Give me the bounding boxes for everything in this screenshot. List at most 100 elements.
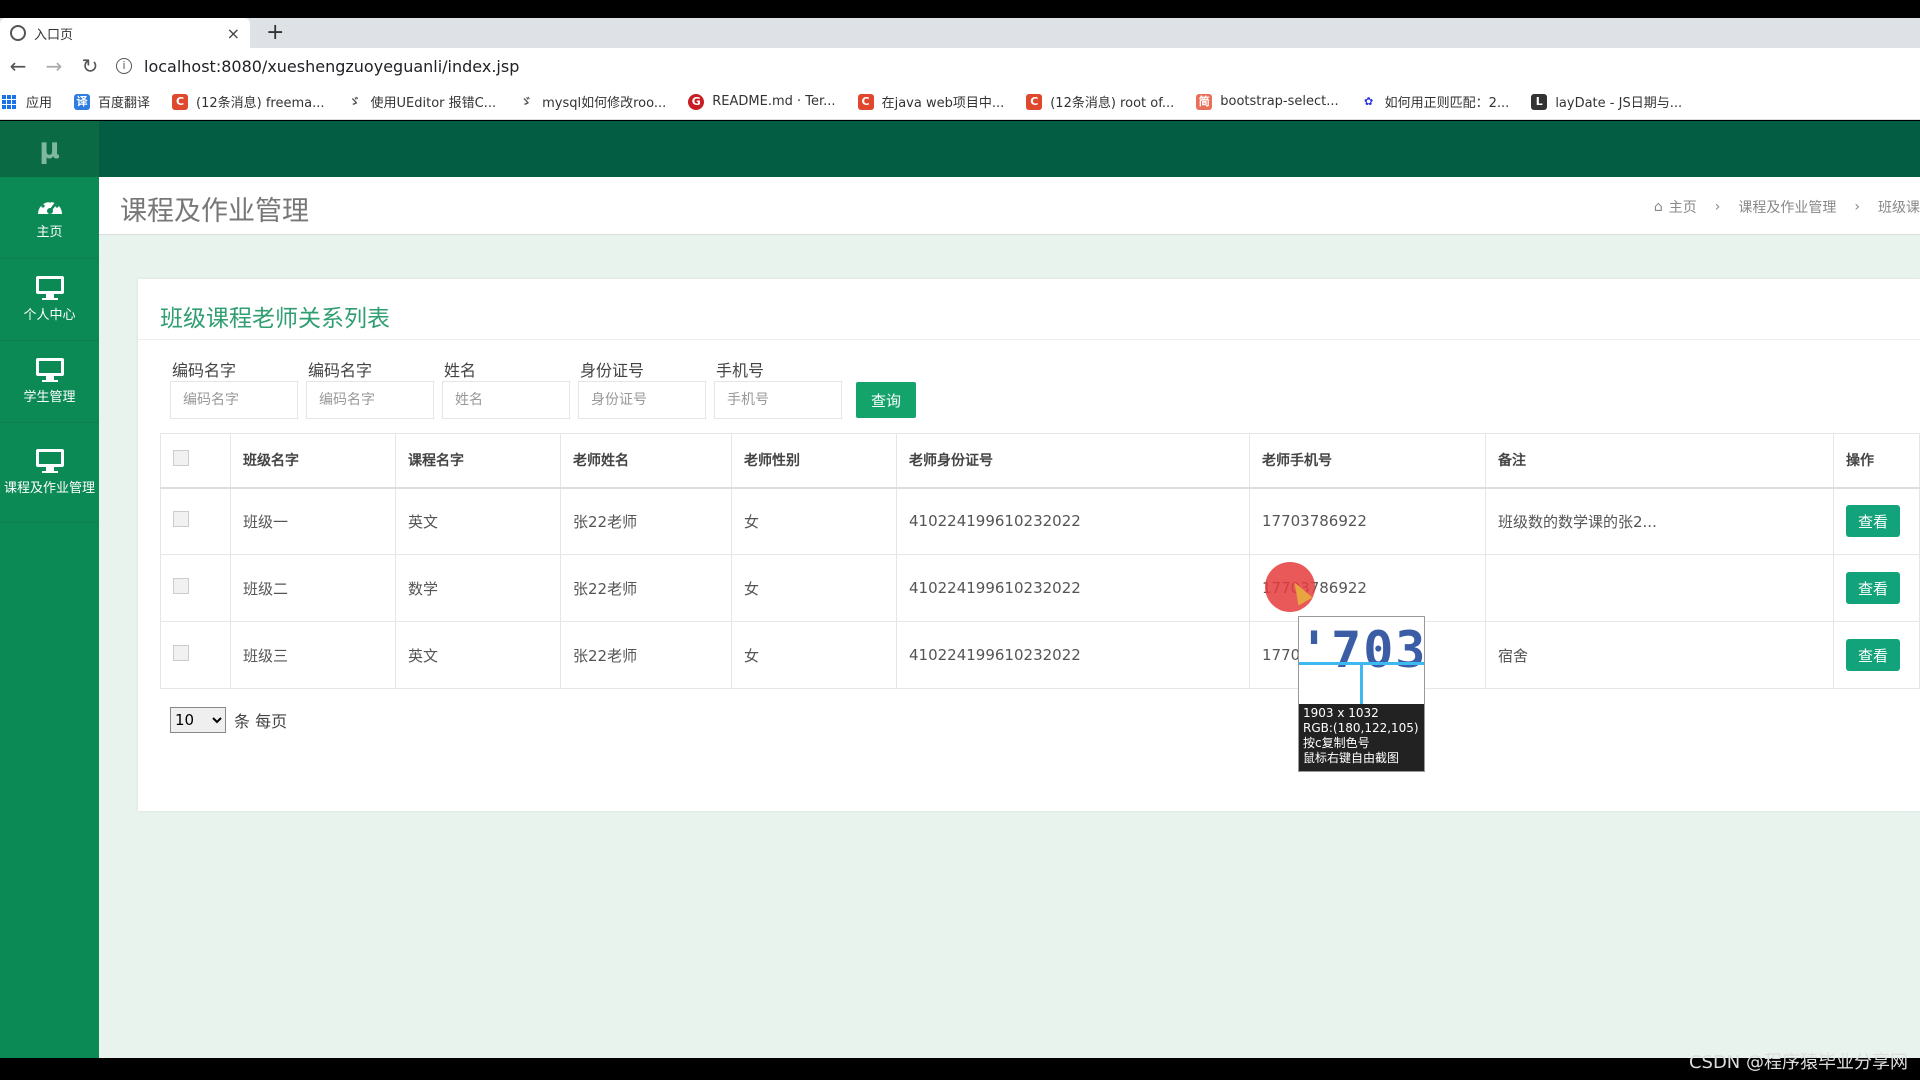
app-root: μ 主页 个人中心 学生管理 课程及作业管理 课程及作业管理 ⌂ 主页 › 课程… [0, 121, 1920, 1058]
watermark: CSDN @程序猿毕业分享网 [1688, 1052, 1908, 1073]
magnifier: '703 [1299, 617, 1424, 704]
bookmark-item[interactable]: ゞ使用UEditor 报错C... [347, 92, 496, 112]
url-field[interactable]: localhost:8080/xueshengzuoyeguanli/index… [144, 57, 519, 76]
phone-input[interactable] [714, 381, 842, 419]
column-header[interactable]: 课程名字 [395, 433, 561, 489]
sidebar-item-courses[interactable]: 课程及作业管理 [0, 423, 99, 523]
bookmark-item[interactable]: 译百度翻译 [74, 92, 150, 111]
breadcrumb-item-courses[interactable]: 课程及作业管理 [1738, 197, 1836, 217]
csdn-icon: C [857, 93, 874, 110]
sidebar-item-students[interactable]: 学生管理 [0, 341, 99, 423]
bookmark-label: mysql如何修改roo... [542, 96, 667, 111]
close-icon[interactable]: × [227, 24, 240, 43]
bookmark-label: README.md · Ter... [712, 94, 836, 109]
baidu-translate-icon: 译 [74, 93, 91, 110]
crosshair-icon [1360, 662, 1363, 704]
filter-label: 身份证号 [580, 361, 645, 380]
cell-note: 宿舍 [1485, 621, 1834, 689]
row-select-cell [160, 621, 231, 689]
sidebar-item-label: 个人中心 [23, 308, 76, 323]
filter-group: 手机号 [714, 357, 850, 419]
monitor-icon [35, 358, 64, 382]
bookmark-item[interactable]: ゞ mysql如何修改roo... [518, 92, 667, 112]
row-checkbox[interactable] [173, 645, 189, 661]
id-number-input[interactable] [578, 381, 706, 419]
csdn-icon: C [172, 93, 189, 110]
filter-group: 编码名字 [170, 357, 306, 419]
cell-teacher: 张22老师 [560, 554, 732, 622]
filter-label: 姓名 [444, 361, 477, 380]
column-header[interactable]: 班级名字 [230, 433, 396, 489]
table-header-row: 班级名字 课程名字 老师姓名 老师性别 老师身份证号 老师手机号 备注 操作 [160, 433, 1920, 489]
bookmark-item[interactable]: C (12条消息) root of... [1026, 92, 1174, 111]
row-checkbox[interactable] [173, 578, 189, 594]
forward-icon[interactable]: → [36, 54, 72, 78]
name-input[interactable] [442, 381, 570, 419]
chevron-right-icon: › [1854, 199, 1860, 215]
column-header[interactable]: 老师手机号 [1249, 433, 1486, 489]
breadcrumb-item-current: 班级课 [1878, 200, 1920, 216]
sidebar-item-profile[interactable]: 个人中心 [0, 259, 99, 341]
dashboard-icon [37, 199, 62, 214]
code-name-input[interactable] [170, 381, 298, 419]
color-picker-tooltip: '703 1903 x 1032 RGB:(180,122,105) 按c复制色… [1298, 616, 1425, 772]
cell-course: 英文 [395, 487, 561, 555]
breadcrumb-item-home[interactable]: 主页 [1669, 197, 1697, 217]
bookmark-item[interactable]: C (12条消息) freema... [172, 92, 325, 111]
row-checkbox[interactable] [173, 511, 189, 528]
row-select-cell [160, 554, 231, 622]
view-button[interactable]: 查看 [1846, 505, 1900, 538]
view-button[interactable]: 查看 [1846, 639, 1900, 671]
browser-tab[interactable]: 入口页 × [0, 18, 250, 48]
cell-gender: 女 [731, 621, 897, 689]
cell-class: 班级一 [230, 487, 396, 555]
csdn-icon: C [1026, 93, 1043, 110]
page-size-suffix: 条 每页 [234, 712, 288, 731]
table-row: 班级一 英文 张22老师 女 410224199610232022 177037… [160, 487, 1920, 555]
info-icon[interactable]: i [116, 58, 132, 74]
bird-icon: ゞ [349, 94, 361, 108]
reload-icon[interactable]: ↻ [72, 54, 108, 78]
monitor-icon [35, 449, 64, 473]
bookmark-item[interactable]: C 在java web项目中... [857, 92, 1005, 111]
bird-icon: ゞ [520, 94, 532, 108]
bookmark-item[interactable]: LlayDate - JS日期与... [1531, 92, 1682, 111]
breadcrumb: ⌂ 主页 › 课程及作业管理 › 班级课 [1654, 197, 1920, 217]
bookmark-label: bootstrap-select... [1220, 94, 1339, 109]
column-header[interactable]: 老师身份证号 [896, 433, 1250, 489]
bookmark-label: 百度翻译 [98, 96, 151, 111]
column-header[interactable]: 老师姓名 [560, 433, 732, 489]
column-header[interactable]: 备注 [1485, 433, 1834, 489]
new-tab-button[interactable]: + [266, 20, 284, 45]
bookmark-label: 在java web项目中... [881, 96, 1005, 111]
search-button[interactable]: 查询 [856, 382, 916, 418]
cell-class: 班级二 [230, 554, 396, 622]
select-all-checkbox[interactable] [173, 450, 189, 467]
cell-gender: 女 [731, 487, 897, 555]
sidebar-item-home[interactable]: 主页 [0, 177, 99, 259]
cell-id: 410224199610232022 [896, 487, 1250, 555]
view-button[interactable]: 查看 [1846, 572, 1900, 604]
bookmark-label: layDate - JS日期与... [1555, 96, 1683, 111]
page-size-select[interactable]: 10 [170, 707, 226, 733]
home-icon: ⌂ [1653, 199, 1663, 215]
cell-action: 查看 [1833, 554, 1920, 622]
title-bar: 课程及作业管理 ⌂ 主页 › 课程及作业管理 › 班级课 [99, 177, 1920, 235]
baidu-icon: ✿ [1364, 94, 1374, 108]
sidebar-item-label: 课程及作业管理 [3, 481, 95, 496]
filter-label: 编码名字 [308, 361, 373, 380]
bookmark-item[interactable]: ✿ 如何用正则匹配：2... [1361, 92, 1509, 112]
picker-size: 1903 x 1032 [1303, 706, 1379, 720]
cell-course: 英文 [395, 621, 561, 689]
table-row: 班级二 数学 张22老师 女 410224199610232022 177037… [160, 554, 1920, 622]
bookmark-item[interactable]: G README.md · Ter... [688, 93, 836, 110]
tab-strip: 入口页 × + [0, 18, 1920, 48]
column-header[interactable]: 老师性别 [731, 433, 897, 489]
cell-action: 查看 [1833, 487, 1920, 555]
picker-info: 1903 x 1032 RGB:(180,122,105) 按c复制色号 鼠标右… [1299, 704, 1424, 768]
row-select-cell [160, 487, 231, 555]
back-icon[interactable]: ← [0, 54, 36, 78]
bookmark-apps[interactable]: 应用 [2, 92, 52, 111]
bookmark-item[interactable]: 简 bootstrap-select... [1196, 93, 1339, 110]
code-name-input-2[interactable] [306, 381, 434, 419]
